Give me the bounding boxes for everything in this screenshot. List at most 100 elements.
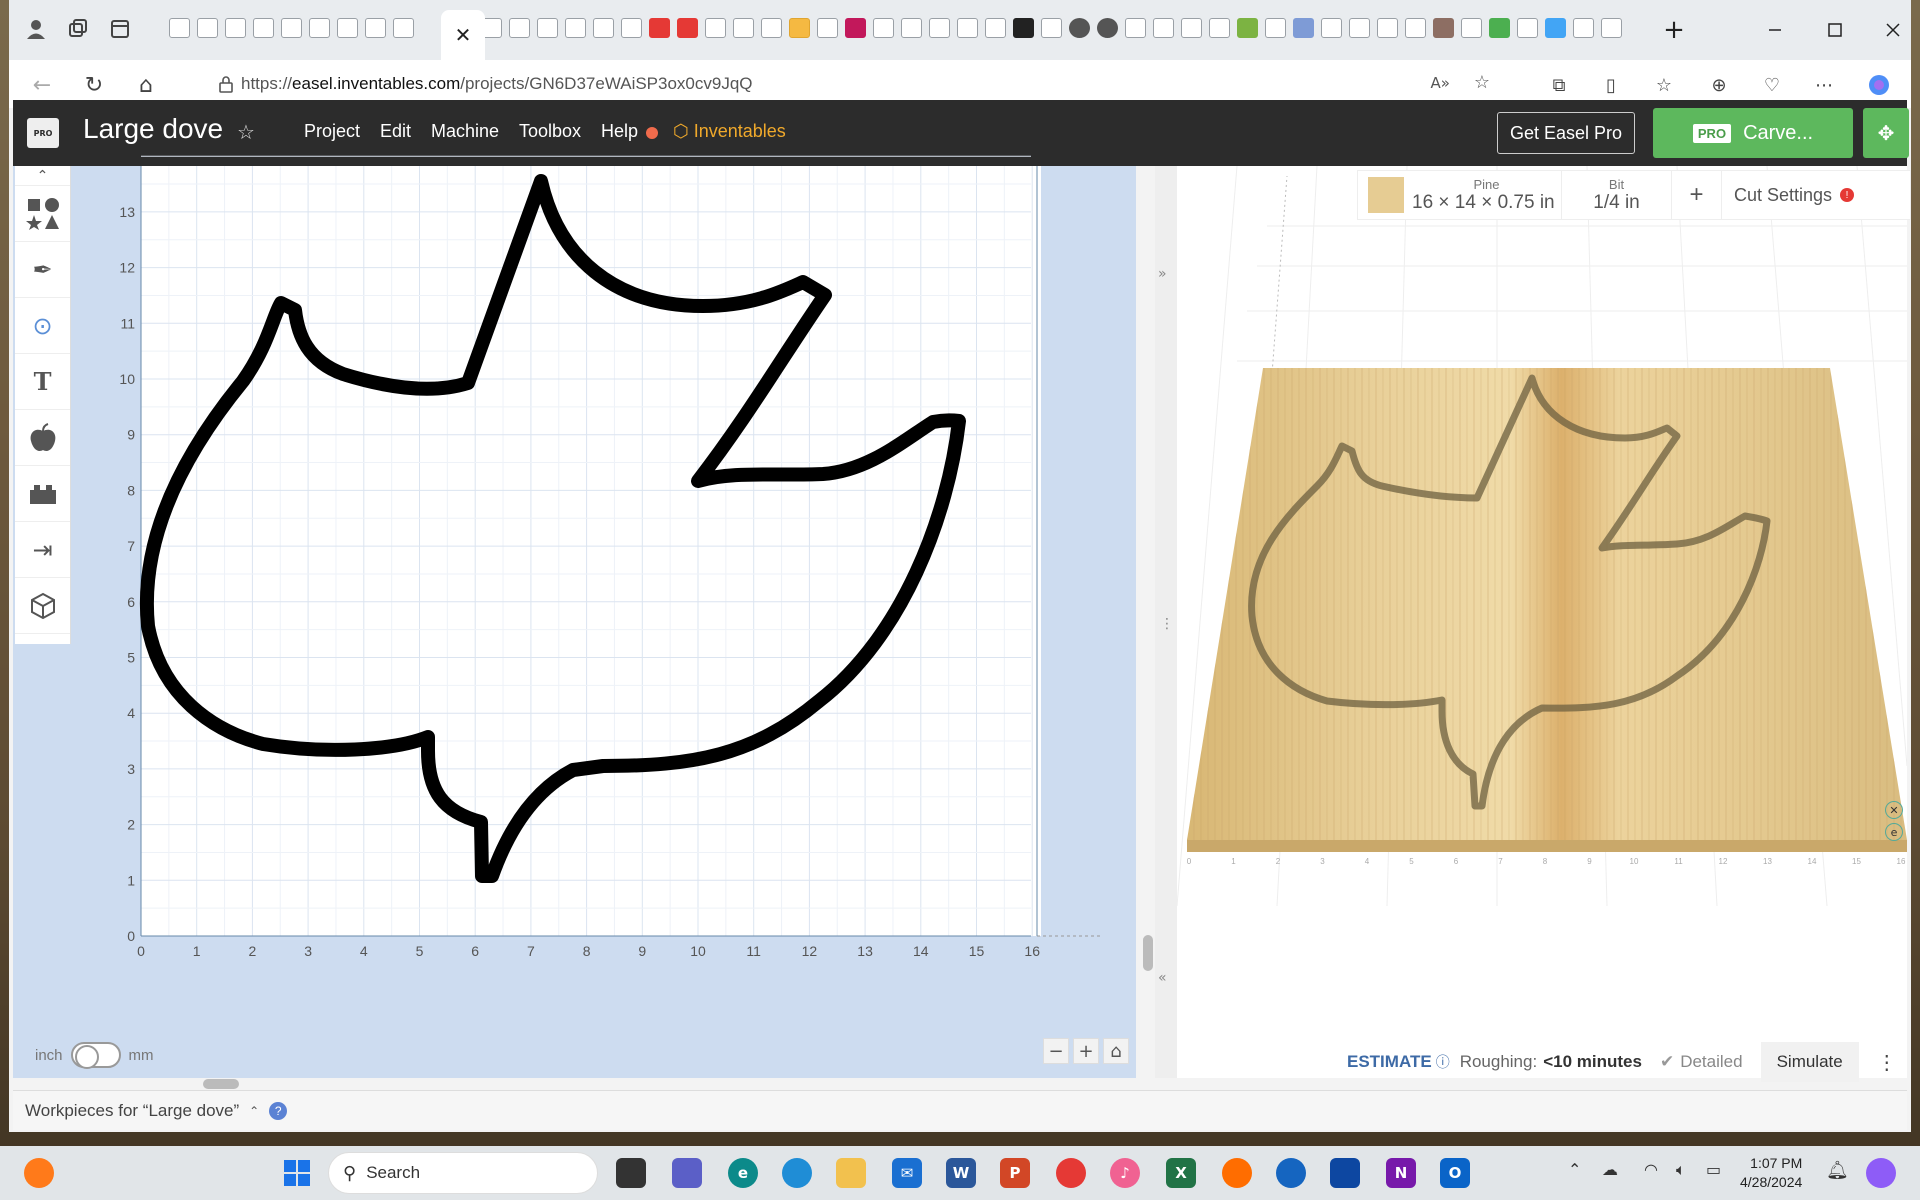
tab-favicon[interactable]: [1573, 18, 1594, 38]
design-canvas[interactable]: 0 1 2 3 4 5 6 7 8 9 10 11 12 13 14 15 16 0 1 2 3 4 5 6 7 8 9 10 11 1…: [119, 155, 1101, 959]
outlook-icon[interactable]: O: [1440, 1158, 1470, 1188]
file-explorer-icon[interactable]: [836, 1158, 866, 1188]
tab-favicon[interactable]: [761, 18, 782, 38]
tab-favicon[interactable]: [593, 18, 614, 38]
tab-favicon[interactable]: [225, 18, 246, 38]
url-field[interactable]: https://easel.inventables.com/projects/G…: [189, 66, 1514, 102]
tab-favicon[interactable]: [309, 18, 330, 38]
easel-pro-logo[interactable]: PRO: [27, 118, 59, 148]
menu-machine[interactable]: Machine: [431, 121, 499, 142]
powerpoint-icon[interactable]: P: [1000, 1158, 1030, 1188]
tab-favicon[interactable]: [621, 18, 642, 38]
back-icon[interactable]: ←: [27, 70, 57, 100]
tab-favicon[interactable]: [565, 18, 586, 38]
tab-favicon[interactable]: [1293, 18, 1314, 38]
tab-favicon[interactable]: [281, 18, 302, 38]
excel-icon[interactable]: X: [1166, 1158, 1196, 1188]
inventables-link[interactable]: ⬡ Inventables: [673, 121, 786, 142]
tab-favicon[interactable]: [1125, 18, 1146, 38]
favorites-icon[interactable]: ☆: [1649, 70, 1679, 100]
tab-favicon[interactable]: [1097, 18, 1118, 38]
tab-actions-icon[interactable]: [107, 16, 133, 42]
help-icon[interactable]: ?: [269, 1101, 288, 1120]
notifications-bell-icon[interactable]: 🔔︎: [1826, 1160, 1849, 1181]
copilot-icon[interactable]: [1864, 70, 1894, 100]
vertical-scrollbar[interactable]: [1143, 935, 1153, 971]
expand-left-icon[interactable]: «: [1158, 970, 1167, 986]
onedrive-icon[interactable]: ☁: [1602, 1160, 1618, 1179]
tab-favicon[interactable]: [1209, 18, 1230, 38]
tab-favicon[interactable]: [1013, 18, 1034, 38]
tab-favicon[interactable]: [1265, 18, 1286, 38]
menu-project[interactable]: Project: [304, 121, 360, 142]
tab-favicon[interactable]: [733, 18, 754, 38]
tab-favicon[interactable]: [337, 18, 358, 38]
pen-icon[interactable]: ✒: [15, 242, 70, 298]
clock[interactable]: 1:07 PM 4/28/2024: [1740, 1154, 1802, 1192]
more-menu-icon[interactable]: ⋯: [1809, 70, 1839, 100]
battery-icon[interactable]: ▭: [1706, 1160, 1721, 1179]
tab-favicon[interactable]: [365, 18, 386, 38]
tab-favicon[interactable]: [649, 18, 670, 38]
tab-favicon[interactable]: [169, 18, 190, 38]
shapes-icon[interactable]: [15, 186, 70, 242]
expand-right-icon[interactable]: »: [1158, 266, 1167, 282]
workpieces-bar[interactable]: Workpieces for “Large dove” ⌃ ?: [13, 1090, 1907, 1130]
drag-handle-icon[interactable]: ⋮: [1160, 616, 1174, 632]
add-bit-button[interactable]: +: [1672, 171, 1722, 219]
tab-favicon[interactable]: [1405, 18, 1426, 38]
zoom-out-icon[interactable]: −: [1043, 1038, 1069, 1064]
horizontal-scrollbar[interactable]: [203, 1079, 239, 1089]
cube-icon[interactable]: [15, 578, 70, 634]
material-cell[interactable]: Pine 16 × 14 × 0.75 in: [1412, 171, 1562, 219]
units-toggle[interactable]: [70, 1042, 121, 1069]
tab-favicon[interactable]: [393, 18, 414, 38]
extensions-icon[interactable]: ⧉: [1544, 70, 1574, 100]
read-aloud-icon[interactable]: A»: [1431, 74, 1450, 92]
tab-favicon[interactable]: [873, 18, 894, 38]
zoom-in-icon[interactable]: +: [1073, 1038, 1099, 1064]
tab-favicon[interactable]: [789, 18, 810, 38]
close-circle-icon[interactable]: ✕: [1885, 801, 1903, 819]
app-red-icon[interactable]: [1056, 1158, 1086, 1188]
tab-favicon[interactable]: [1237, 18, 1258, 38]
itunes-icon[interactable]: ♪: [1110, 1158, 1140, 1188]
estimate-label[interactable]: ESTIMATE: [1347, 1052, 1432, 1072]
active-tab[interactable]: ✕: [441, 10, 485, 60]
carve-button[interactable]: PRO Carve...: [1653, 108, 1853, 158]
split-screen-icon[interactable]: ▯: [1596, 70, 1626, 100]
bit-cell[interactable]: Bit 1/4 in: [1562, 171, 1672, 219]
new-tab-button[interactable]: +: [1654, 10, 1694, 50]
edge-circle-icon[interactable]: e: [1885, 823, 1903, 841]
workspaces-icon[interactable]: [65, 16, 91, 42]
tab-favicon[interactable]: [1349, 18, 1370, 38]
tab-favicon[interactable]: [1601, 18, 1622, 38]
tab-favicon[interactable]: [537, 18, 558, 38]
tab-favicon[interactable]: [901, 18, 922, 38]
text-icon[interactable]: T: [15, 354, 70, 410]
volume-icon[interactable]: 🔈︎: [1676, 1160, 1686, 1180]
refresh-icon[interactable]: ↻: [79, 70, 109, 100]
weather-widget-icon[interactable]: [24, 1158, 54, 1188]
apple-icon[interactable]: [15, 410, 70, 466]
task-view-icon[interactable]: [616, 1158, 646, 1188]
tab-favicon[interactable]: [1377, 18, 1398, 38]
menu-edit[interactable]: Edit: [380, 121, 411, 142]
tab-favicon[interactable]: [1069, 18, 1090, 38]
tab-favicon[interactable]: [985, 18, 1006, 38]
detailed-label[interactable]: Detailed: [1680, 1052, 1742, 1072]
mail-icon[interactable]: ✉: [892, 1158, 922, 1188]
project-title[interactable]: Large dove: [83, 113, 223, 145]
collapse-toolbar-icon[interactable]: ⌃: [15, 166, 70, 186]
app-circle-icon[interactable]: [1276, 1158, 1306, 1188]
blocks-icon[interactable]: [15, 466, 70, 522]
expand-icon[interactable]: ✥: [1863, 108, 1909, 158]
tab-favicon[interactable]: [1489, 18, 1510, 38]
estimate-info-icon[interactable]: ⓘ: [1436, 1052, 1450, 1072]
maximize-icon[interactable]: [1815, 10, 1855, 50]
tab-favicon[interactable]: [1153, 18, 1174, 38]
favorite-project-icon[interactable]: ☆: [237, 120, 255, 144]
tab-favicon[interactable]: [929, 18, 950, 38]
point-icon[interactable]: ⊙: [15, 298, 70, 354]
store-icon[interactable]: [1330, 1158, 1360, 1188]
